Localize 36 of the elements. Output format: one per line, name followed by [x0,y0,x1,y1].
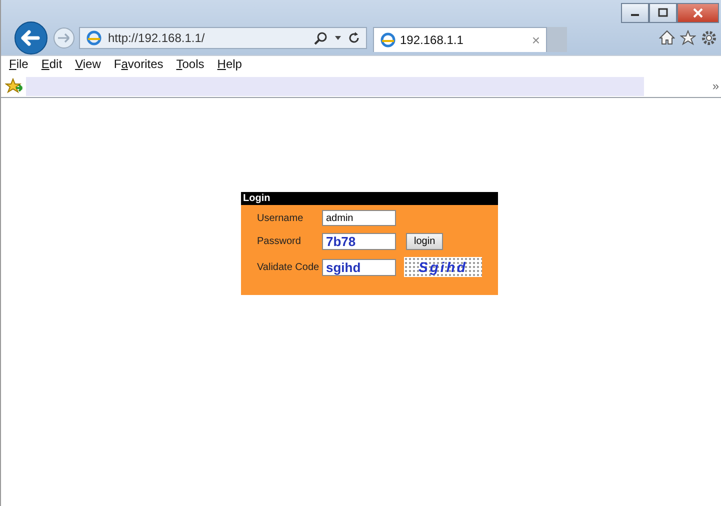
menu-item[interactable]: Tools [176,57,204,75]
home-icon[interactable] [659,30,675,46]
browser-icon [380,32,396,48]
settings-icon[interactable] [701,30,717,46]
more-button[interactable]: » [712,79,721,93]
search-icon[interactable] [314,31,328,45]
maximize-button[interactable] [649,3,677,23]
menu-item[interactable]: View [75,57,101,75]
favorites-star-icon[interactable] [5,78,23,94]
captcha-image: Sgihd [404,257,482,277]
close-button[interactable] [677,3,719,23]
close-icon [693,8,703,18]
menu-item[interactable]: Favorites [114,57,164,75]
field-label: Username [257,212,304,224]
login-button[interactable]: login [406,233,444,250]
field-label: Password [257,236,302,247]
refresh-icon[interactable] [348,32,360,44]
menu-item[interactable]: File [9,57,28,75]
menu-item[interactable]: Edit [41,57,62,75]
field-label: Validate Code [257,262,320,272]
input-field[interactable]: admin [322,210,396,226]
address-bar[interactable]: http://192.168.1.1/ [79,27,367,49]
browser-icon [86,30,102,46]
tab-close-button[interactable]: × [532,32,540,48]
input-field[interactable]: sgihd [322,258,396,276]
menu-item[interactable]: Help [217,57,242,75]
tab-title: 192.168.1.1 [400,33,464,47]
url-text: http://192.168.1.1/ [108,31,206,45]
input-field[interactable]: 7b78 [322,233,396,250]
dropdown-icon[interactable] [334,34,342,42]
login-title: Login [241,192,498,205]
back-button[interactable] [14,21,48,55]
maximize-icon [658,8,668,18]
minimize-button[interactable] [621,3,649,23]
browser-tab[interactable]: 192.168.1.1 × [373,27,547,52]
star-icon[interactable] [680,30,696,46]
